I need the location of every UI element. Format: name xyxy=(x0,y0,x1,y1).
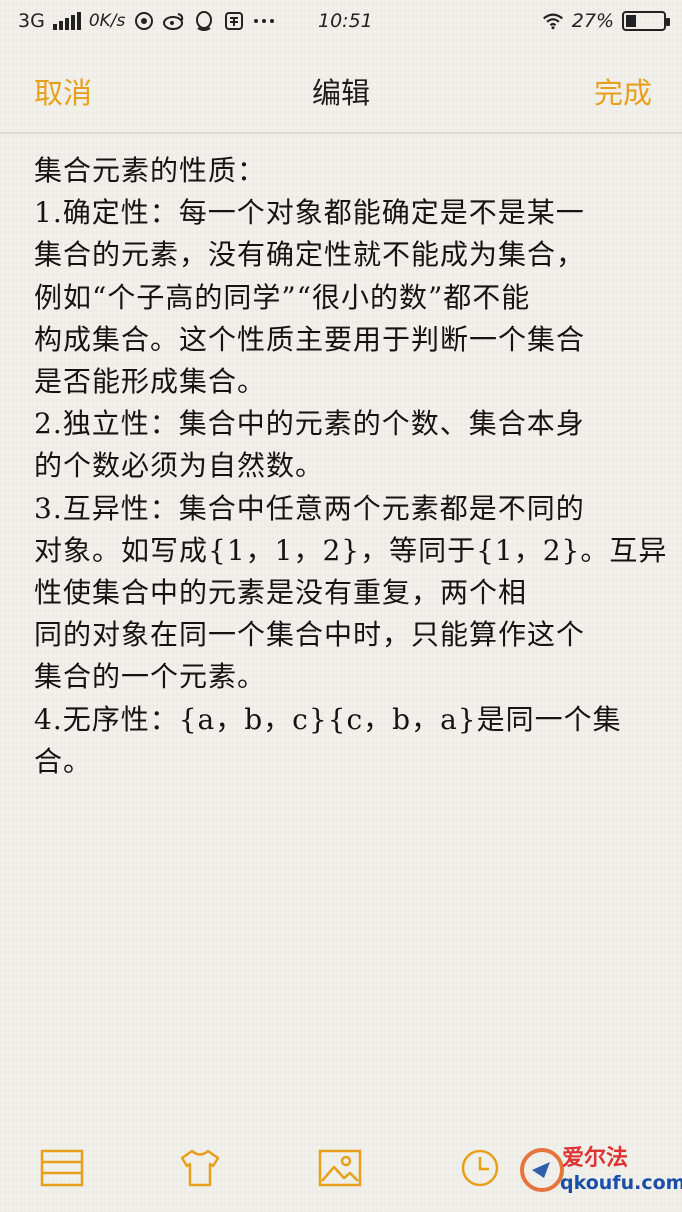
circle-app-icon xyxy=(133,10,155,32)
image-icon[interactable] xyxy=(318,1148,362,1188)
nav-bar: 取消 编辑 完成 xyxy=(0,46,682,134)
signal-icon xyxy=(52,12,81,30)
wifi-icon xyxy=(542,10,564,32)
battery-icon xyxy=(622,11,670,31)
network-type: 3G xyxy=(18,10,45,32)
note-line: 集合的一个元素。 xyxy=(34,660,267,694)
done-button[interactable]: 完成 xyxy=(594,70,652,112)
note-line: 性使集合中的元素是没有重复，两个相 xyxy=(34,576,528,610)
note-line: 的个数必须为自然数。 xyxy=(34,449,325,483)
note-line: 是否能形成集合。 xyxy=(34,365,267,399)
watermark-title: 爱尔法 xyxy=(562,1146,629,1171)
page-title: 编辑 xyxy=(311,76,370,110)
note-line: 构成集合。这个性质主要用于判断一个集合 xyxy=(34,322,586,356)
app-badge-icon xyxy=(223,10,245,32)
status-right: 27% xyxy=(542,10,670,32)
list-icon[interactable] xyxy=(40,1148,84,1188)
note-line: 合。 xyxy=(34,744,93,778)
note-line: 集合元素的性质： xyxy=(34,154,267,187)
battery-percent: 27% xyxy=(571,10,614,32)
watermark-url: qkoufu.com xyxy=(560,1172,682,1194)
note-line: 2.独立性：集合中的元素的个数、集合本身 xyxy=(34,407,585,441)
notes-editor-screen: 3G 0K/s 10:51 27% 取消 编辑 完成 集合元素的性质： 1.确定… xyxy=(0,0,682,1212)
status-bar: 3G 0K/s 10:51 27% xyxy=(0,0,682,46)
note-line: 例如“个子高的同学”“很小的数”都不能 xyxy=(34,280,531,314)
note-line: 4.无序性：{a，b，c}{c，b，a}是同一个集 xyxy=(34,702,622,736)
note-line: 对象。如写成{1，1，2}，等同于{1，2}。互异 xyxy=(34,533,668,567)
qq-icon xyxy=(193,10,215,32)
clock-time: 10:51 xyxy=(318,10,373,32)
note-line: 1.确定性：每一个对象都能确定是不是某一 xyxy=(34,196,585,230)
clock-icon[interactable] xyxy=(460,1148,504,1188)
note-line: 3.互异性：集合中任意两个元素都是不同的 xyxy=(34,491,585,525)
shirt-icon[interactable] xyxy=(178,1148,222,1188)
note-line: 集合的元素，没有确定性就不能成为集合， xyxy=(34,238,586,272)
note-text-area[interactable]: 集合元素的性质： 1.确定性：每一个对象都能确定是不是某一 集合的元素，没有确定… xyxy=(34,150,668,783)
battery-fill xyxy=(626,15,636,27)
net-speed: 0K/s xyxy=(88,11,126,31)
weibo-icon xyxy=(163,10,185,32)
note-line: 同的对象在同一个集合中时，只能算作这个 xyxy=(34,618,586,652)
status-left: 3G 0K/s xyxy=(18,10,275,32)
more-icon xyxy=(253,10,275,32)
